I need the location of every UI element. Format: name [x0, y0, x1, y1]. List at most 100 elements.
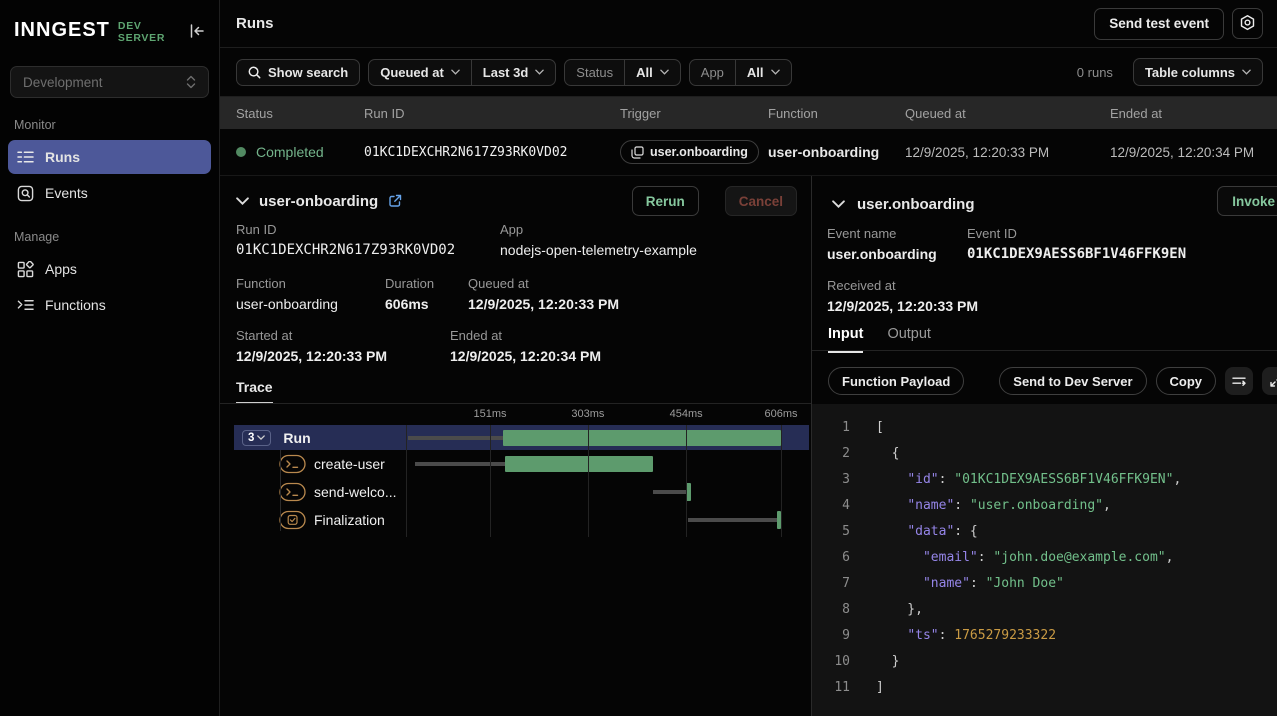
- runs-count: 0 runs: [1077, 65, 1113, 80]
- sidebar-item-runs[interactable]: Runs: [8, 140, 211, 174]
- trace-row-label: Finalization: [234, 506, 406, 534]
- expand-button[interactable]: [1262, 367, 1277, 395]
- code-line: 8 },: [812, 597, 1277, 623]
- collapse-sidebar-icon[interactable]: [189, 24, 205, 38]
- trace-row-name: Run: [283, 430, 310, 446]
- dev-server-badge: DEV SERVER: [118, 20, 189, 44]
- trace-row[interactable]: 3 Run: [234, 425, 809, 450]
- started-at-field: Started at 12/9/2025, 12:20:33 PM: [236, 328, 387, 364]
- tab-trace[interactable]: Trace: [236, 379, 273, 404]
- queued-at-field: Queued at 12/9/2025, 12:20:33 PM: [468, 276, 619, 312]
- send-to-dev-server-button[interactable]: Send to Dev Server: [999, 367, 1146, 395]
- run-id-cell: 01KC1DEXCHR2N617Z93RK0VD02: [364, 145, 620, 160]
- trace-row-waterfall: [406, 506, 781, 534]
- invoke-button[interactable]: Invoke: [1217, 186, 1277, 216]
- sidebar-item-functions[interactable]: Functions: [8, 288, 211, 322]
- sidebar-item-events[interactable]: Events: [8, 176, 211, 210]
- apps-icon: [16, 261, 34, 278]
- word-wrap-button[interactable]: [1225, 367, 1253, 395]
- chevron-down-icon: [660, 69, 669, 75]
- run-id-field: Run ID 01KC1DEXCHR2N617Z93RK0VD02: [236, 222, 455, 258]
- trace-row-name: create-user: [314, 456, 385, 472]
- show-search-button[interactable]: Show search: [236, 59, 360, 86]
- status-filter-dropdown[interactable]: All: [624, 60, 680, 85]
- trace-row[interactable]: send-welco...: [234, 478, 809, 506]
- code-line: 4 "name": "user.onboarding",: [812, 493, 1277, 519]
- rerun-button[interactable]: Rerun: [632, 186, 699, 216]
- external-link-icon[interactable]: [388, 194, 402, 208]
- sidebar-item-label: Functions: [45, 297, 106, 313]
- step-count-badge[interactable]: 3: [242, 430, 271, 446]
- settings-button[interactable]: [1232, 8, 1263, 39]
- runs-icon: [16, 150, 34, 164]
- trace-axis: 151ms303ms454ms606ms: [234, 407, 809, 425]
- line-number: 4: [812, 493, 850, 519]
- trace-gridline: [686, 425, 687, 537]
- table-row[interactable]: Completed 01KC1DEXCHR2N617Z93RK0VD02 use…: [220, 129, 1277, 176]
- code-line: 7 "name": "John Doe": [812, 571, 1277, 597]
- environment-select[interactable]: Development: [10, 66, 209, 98]
- line-number: 5: [812, 519, 850, 545]
- filter-bar: Show search Queued at Last 3d Status All…: [220, 48, 1277, 97]
- functions-icon: [16, 298, 34, 312]
- payload-code-editor[interactable]: 1[2 {3 "id": "01KC1DEX9AESS6BF1V46FFK9EN…: [812, 404, 1277, 716]
- time-range-dropdown[interactable]: Last 3d: [471, 60, 556, 85]
- trace-gridline: [588, 425, 589, 537]
- event-windows-icon: [631, 146, 644, 159]
- word-wrap-icon: [1232, 375, 1246, 387]
- app-link[interactable]: nodejs-open-telemetry-example: [500, 242, 697, 258]
- function-payload-button[interactable]: Function Payload: [828, 367, 964, 395]
- code-content: }: [876, 649, 899, 675]
- copy-button[interactable]: Copy: [1156, 367, 1217, 395]
- code-line: 11]: [812, 675, 1277, 701]
- trace-row-label: 3 Run: [234, 425, 406, 450]
- chevron-down-icon: [535, 69, 544, 75]
- line-number: 11: [812, 675, 850, 701]
- tab-input[interactable]: Input: [828, 326, 863, 353]
- event-name-field: Event name user.onboarding: [827, 226, 937, 262]
- sidebar-item-apps[interactable]: Apps: [8, 252, 211, 286]
- function-field: Function user-onboarding: [236, 276, 338, 312]
- table-columns-dropdown[interactable]: Table columns: [1133, 58, 1263, 86]
- events-icon: [16, 185, 34, 202]
- indent-guide: [280, 450, 281, 531]
- trace-row-name: send-welco...: [314, 484, 396, 500]
- trigger-event-pill[interactable]: user.onboarding: [620, 140, 759, 164]
- trace-tick-label: 303ms: [571, 408, 604, 420]
- chevron-up-down-icon: [186, 75, 196, 89]
- cancel-button[interactable]: Cancel: [725, 186, 797, 216]
- trace-row[interactable]: Finalization: [234, 506, 809, 534]
- ended-at-field: Ended at 12/9/2025, 12:20:34 PM: [450, 328, 601, 364]
- duration-field: Duration 606ms: [385, 276, 434, 312]
- line-number: 2: [812, 441, 850, 467]
- queued-at-dropdown[interactable]: Queued at: [369, 60, 471, 85]
- detail-panels: user-onboarding Rerun Cancel Run ID 01KC…: [220, 176, 1277, 716]
- sidebar-section-manage: Manage: [14, 230, 219, 244]
- execution-bar: [505, 456, 653, 472]
- column-header: Trigger: [620, 106, 768, 121]
- search-icon: [248, 66, 261, 79]
- queued-at-cell: 12/9/2025, 12:20:33 PM: [905, 145, 1110, 160]
- trace-row[interactable]: create-user: [234, 450, 809, 478]
- finalization-icon: [279, 511, 306, 530]
- code-content: "name": "John Doe": [876, 571, 1064, 597]
- send-test-event-button[interactable]: Send test event: [1094, 8, 1224, 40]
- queue-duration-line: [408, 436, 503, 440]
- code-content: "ts": 1765279233322: [876, 623, 1056, 649]
- code-line: 2 {: [812, 441, 1277, 467]
- code-lines: 1[2 {3 "id": "01KC1DEX9AESS6BF1V46FFK9EN…: [812, 415, 1277, 701]
- queue-duration-line: [415, 462, 505, 466]
- payload-tabs: Input Output: [828, 326, 931, 353]
- trace-gridline: [406, 425, 407, 537]
- sidebar: INNGEST DEV SERVER Development Monitor R…: [0, 0, 220, 716]
- trace-tick-label: 151ms: [473, 408, 506, 420]
- tab-output[interactable]: Output: [887, 326, 931, 353]
- trace-rows: 3 Runcreate-usersend-welco...Finalizatio…: [234, 425, 809, 534]
- collapse-event-chevron-icon[interactable]: [832, 200, 845, 208]
- line-number: 9: [812, 623, 850, 649]
- function-link[interactable]: user-onboarding: [236, 296, 338, 312]
- trace-waterfall: 151ms303ms454ms606ms 3 Runcreate-usersen…: [234, 407, 809, 539]
- app-filter-dropdown[interactable]: All: [735, 60, 791, 85]
- collapse-run-chevron-icon[interactable]: [236, 197, 249, 205]
- divider: [220, 403, 811, 404]
